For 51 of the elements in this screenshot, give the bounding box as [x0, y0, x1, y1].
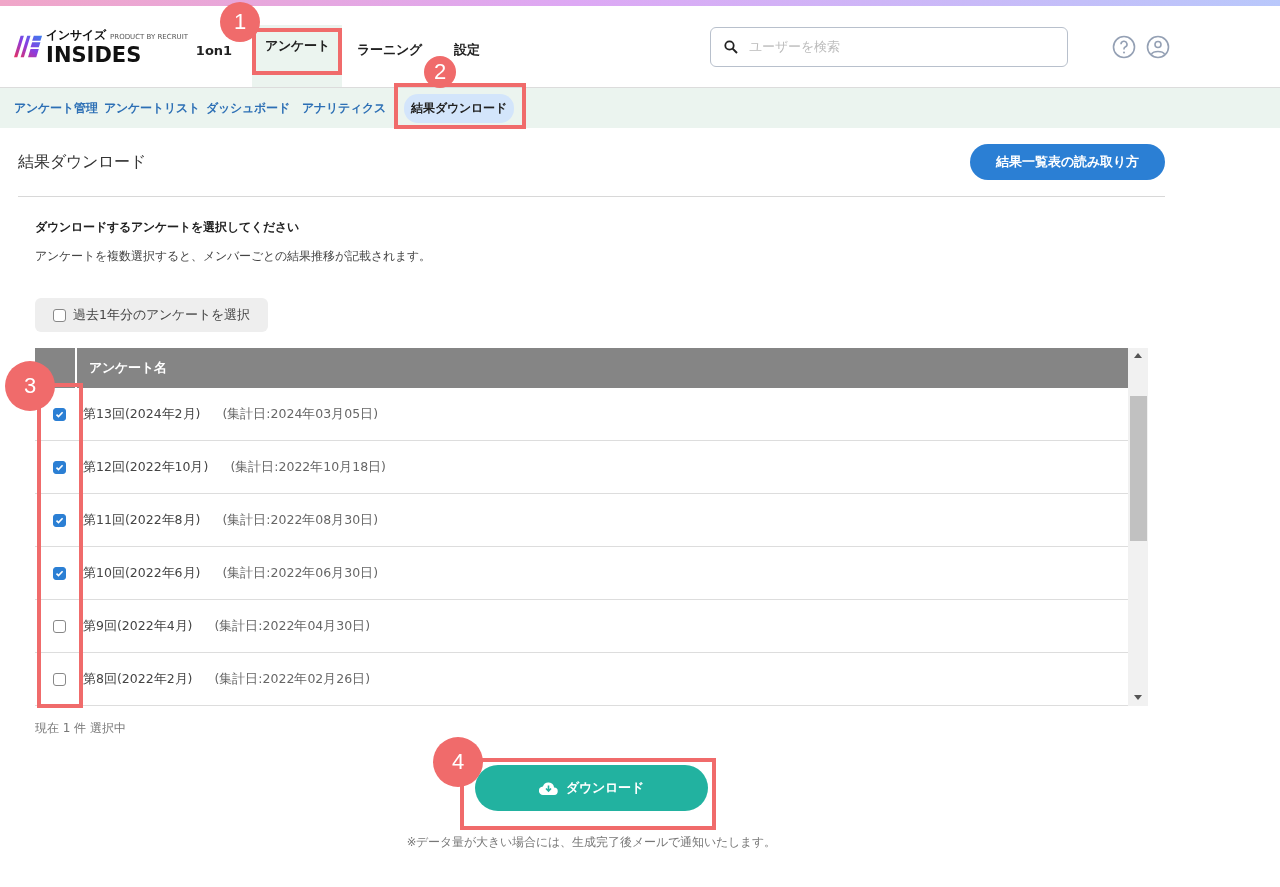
section-description: アンケートを複数選択すると、メンバーごとの結果推移が記載されます。: [35, 249, 432, 264]
scroll-down-icon[interactable]: [1134, 695, 1142, 700]
checkbox[interactable]: [52, 566, 66, 580]
checkbox[interactable]: [52, 513, 66, 527]
column-header: アンケート名: [88, 358, 167, 377]
selection-count: 現在 1 件 選択中: [35, 720, 128, 737]
cloud-download-icon: [539, 781, 558, 795]
survey-name: 第10回(2022年6月): [83, 564, 201, 582]
scrollbar[interactable]: [1128, 348, 1148, 706]
subnav-tab[interactable]: アンケートリスト: [104, 93, 200, 123]
logo-icon: [14, 35, 43, 58]
checkmark-icon: [54, 462, 64, 472]
checkmark-icon: [54, 568, 64, 578]
guide-button[interactable]: 結果一覧表の読み取り方: [970, 144, 1165, 180]
page-title: 結果ダウンロード: [18, 151, 146, 173]
callout-badge: 2: [424, 56, 456, 88]
survey-name: 第8回(2022年2月): [83, 670, 193, 688]
survey-date: (集計日:2022年08月30日): [222, 511, 379, 529]
logo-wordmark: INSIDES: [46, 44, 143, 66]
user-icon[interactable]: [1146, 34, 1170, 59]
survey-name: 第12回(2022年10月): [83, 458, 209, 476]
callout-badge: 1: [220, 2, 260, 42]
scroll-up-icon[interactable]: [1134, 353, 1142, 358]
survey-name: 第9回(2022年4月): [83, 617, 193, 635]
survey-date: (集計日:2024年03月05日): [222, 405, 379, 423]
callout-badge: 4: [433, 737, 483, 787]
survey-name: 第13回(2024年2月): [83, 405, 201, 423]
checkbox[interactable]: [52, 407, 66, 421]
checkmark-icon: [54, 409, 64, 419]
checkbox-label: 過去1年分のアンケートを選択: [73, 306, 250, 324]
past-year-checkbox-pill[interactable]: 過去1年分のアンケートを選択: [35, 298, 268, 332]
checkbox[interactable]: [52, 460, 66, 474]
subnav-tab[interactable]: ダッシュボード: [200, 93, 296, 123]
section-heading: ダウンロードするアンケートを選択してください: [35, 219, 300, 236]
note-text: ※データ量が大きい場合には、生成完了後メールで通知いたします。: [406, 835, 777, 850]
callout-badge: 3: [5, 361, 55, 411]
checkbox[interactable]: [53, 308, 66, 322]
survey-date: (集計日:2022年06月30日): [222, 564, 379, 582]
survey-date: (集計日:2022年04月30日): [214, 617, 371, 635]
subnav-tab[interactable]: アナリティクス: [296, 93, 392, 123]
survey-name: 第11回(2022年8月): [83, 511, 201, 529]
survey-date: (集計日:2022年10月18日): [230, 458, 386, 476]
checkbox[interactable]: [52, 672, 66, 686]
subnav-tab[interactable]: 結果ダウンロード: [404, 93, 514, 123]
survey-date: (集計日:2022年02月26日): [214, 670, 371, 688]
subnav-tab[interactable]: アンケート管理: [8, 93, 104, 123]
logo-kana: インサイズ: [46, 27, 107, 44]
help-icon[interactable]: [1112, 34, 1136, 59]
checkmark-icon: [54, 515, 64, 525]
checkbox[interactable]: [52, 619, 66, 633]
scrollbar-thumb[interactable]: [1129, 396, 1147, 541]
